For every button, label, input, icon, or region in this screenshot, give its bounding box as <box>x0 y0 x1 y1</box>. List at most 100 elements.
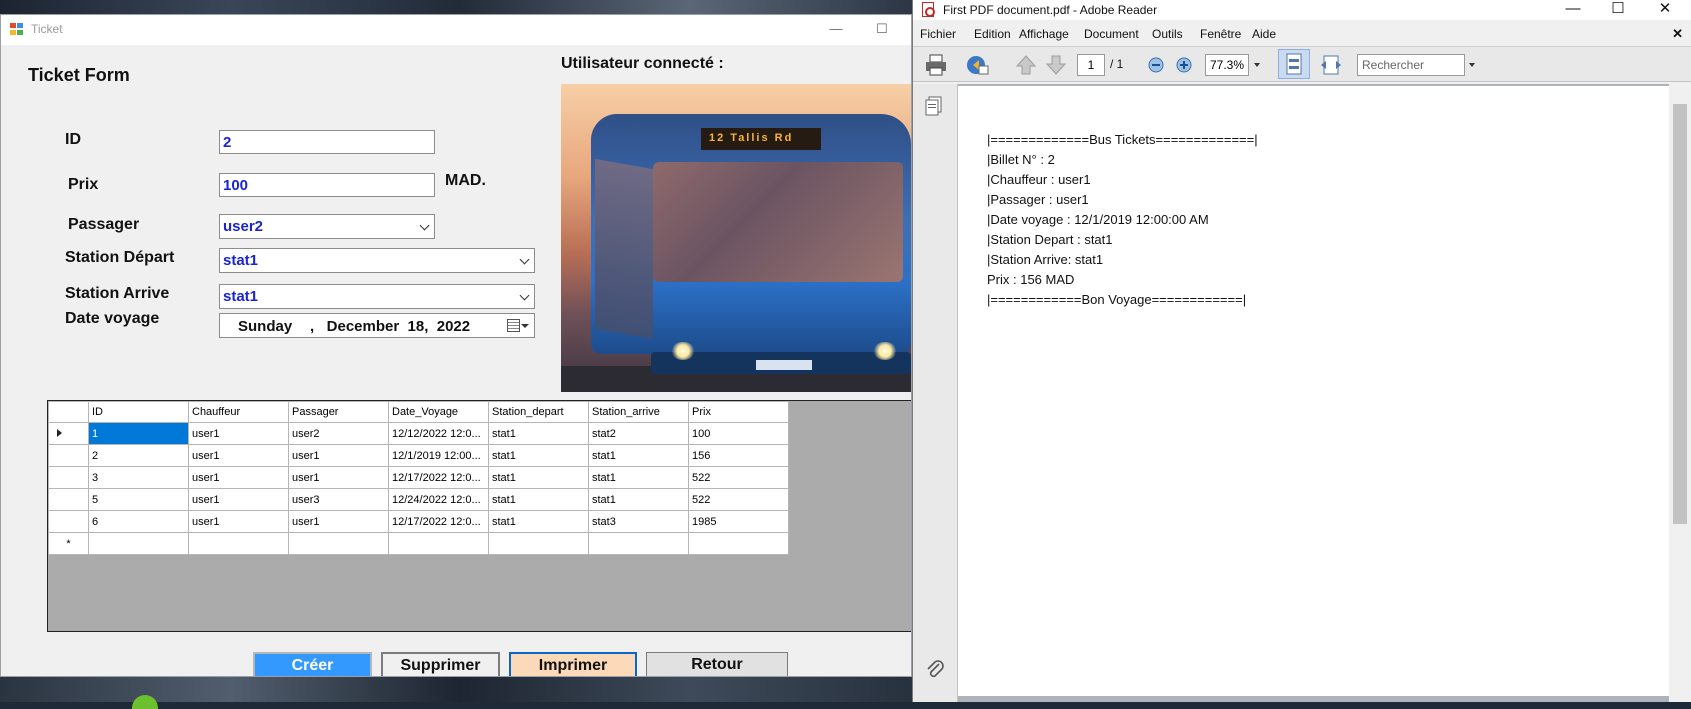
table-cell[interactable]: 2 <box>88 444 189 467</box>
table-cell[interactable]: user1 <box>288 510 389 533</box>
page-number-input[interactable]: 1 <box>1077 54 1105 76</box>
station-arrive-combobox[interactable]: stat1 <box>219 284 535 309</box>
table-cell[interactable]: 522 <box>688 488 789 511</box>
minimize-icon[interactable]: — <box>1553 0 1593 20</box>
minimize-icon[interactable]: — <box>825 18 847 40</box>
column-header[interactable]: Date_Voyage <box>388 401 489 423</box>
table-cell[interactable]: user1 <box>288 466 389 489</box>
chevron-down-icon[interactable] <box>519 290 530 301</box>
menu-item-aide[interactable]: Aide <box>1252 27 1276 41</box>
row-header[interactable] <box>48 466 89 489</box>
table-cell[interactable]: stat1 <box>488 488 589 511</box>
table-cell[interactable]: 12/17/2022 12:0... <box>388 510 489 533</box>
table-cell[interactable] <box>188 532 289 555</box>
retour-button[interactable]: Retour <box>646 652 788 676</box>
table-cell[interactable]: stat1 <box>488 444 589 467</box>
table-cell[interactable]: 100 <box>688 422 789 445</box>
maximize-icon[interactable]: ☐ <box>1598 0 1638 20</box>
table-cell[interactable]: stat1 <box>488 422 589 445</box>
zoom-in-icon[interactable] <box>1176 57 1192 73</box>
column-header[interactable]: Prix <box>688 401 789 423</box>
menu-item-fenetre[interactable]: Fenêtre <box>1200 27 1241 41</box>
table-cell[interactable] <box>488 532 589 555</box>
calendar-icon[interactable] <box>507 319 520 332</box>
table-cell[interactable]: stat1 <box>588 466 689 489</box>
table-cell[interactable]: 3 <box>88 466 189 489</box>
table-cell[interactable] <box>688 532 789 555</box>
table-cell[interactable]: stat1 <box>488 466 589 489</box>
menu-item-fichier[interactable]: Fichier <box>920 27 956 41</box>
print-icon[interactable] <box>923 52 949 78</box>
column-header[interactable]: Passager <box>288 401 389 423</box>
table-row[interactable]: 3 user1 user1 12/17/2022 12:0... stat1 s… <box>48 466 789 489</box>
table-cell[interactable]: user3 <box>288 488 389 511</box>
prix-input[interactable]: 100 <box>219 173 435 197</box>
table-row[interactable]: 1 user1 user2 12/12/2022 12:0... stat1 s… <box>48 422 789 445</box>
passager-combobox[interactable]: user2 <box>219 214 435 239</box>
column-header[interactable]: Station_arrive <box>588 401 689 423</box>
table-cell[interactable]: stat1 <box>488 510 589 533</box>
supprimer-button[interactable]: Supprimer <box>381 652 500 676</box>
scrollbar-thumb[interactable] <box>1673 104 1687 524</box>
table-cell[interactable]: stat1 <box>588 488 689 511</box>
table-cell[interactable]: stat1 <box>588 444 689 467</box>
table-row[interactable]: 6 user1 user1 12/17/2022 12:0... stat1 s… <box>48 510 789 533</box>
attachment-icon[interactable] <box>925 658 945 680</box>
table-row[interactable]: 5 user1 user3 12/24/2022 12:0... stat1 s… <box>48 488 789 511</box>
table-cell[interactable]: user2 <box>288 422 389 445</box>
date-picker[interactable]: Sunday , December 18, 2022 <box>219 313 535 338</box>
search-dropdown-icon[interactable] <box>1469 63 1475 67</box>
table-cell[interactable]: user1 <box>288 444 389 467</box>
row-header[interactable] <box>48 510 89 533</box>
zoom-dropdown-icon[interactable] <box>1254 63 1260 67</box>
chevron-down-icon[interactable] <box>519 254 530 265</box>
share-icon[interactable] <box>965 52 991 78</box>
menu-item-edition[interactable]: Edition <box>974 27 1011 41</box>
row-header[interactable] <box>48 488 89 511</box>
table-cell[interactable]: 156 <box>688 444 789 467</box>
table-cell[interactable]: user1 <box>188 444 289 467</box>
fit-page-icon[interactable] <box>1278 49 1310 79</box>
table-cell[interactable] <box>88 532 189 555</box>
menu-item-document[interactable]: Document <box>1084 27 1139 41</box>
table-cell[interactable]: 12/1/2019 12:00... <box>388 444 489 467</box>
table-row[interactable]: 2 user1 user1 12/1/2019 12:00... stat1 s… <box>48 444 789 467</box>
creer-button[interactable]: Créer <box>253 652 372 676</box>
table-cell[interactable] <box>588 532 689 555</box>
document-close-icon[interactable]: ✕ <box>1672 26 1683 42</box>
table-cell[interactable] <box>388 532 489 555</box>
vertical-scrollbar[interactable] <box>1669 84 1691 702</box>
table-cell[interactable]: user1 <box>188 510 289 533</box>
table-cell[interactable]: 12/17/2022 12:0... <box>388 466 489 489</box>
ticket-titlebar[interactable]: Ticket — ☐ <box>1 15 911 45</box>
chevron-down-icon[interactable] <box>419 220 430 231</box>
column-header[interactable]: Station_depart <box>488 401 589 423</box>
dropdown-arrow-icon[interactable] <box>521 324 529 328</box>
table-cell[interactable]: 5 <box>88 488 189 511</box>
table-cell[interactable]: 1 <box>88 422 189 445</box>
maximize-icon[interactable]: ☐ <box>871 18 893 40</box>
table-cell[interactable]: 522 <box>688 466 789 489</box>
next-page-icon[interactable] <box>1043 52 1069 78</box>
menu-item-outils[interactable]: Outils <box>1152 27 1183 41</box>
tickets-grid[interactable]: ID Chauffeur Passager Date_Voyage Statio… <box>47 400 911 632</box>
table-cell[interactable]: 6 <box>88 510 189 533</box>
table-cell[interactable]: 12/24/2022 12:0... <box>388 488 489 511</box>
table-cell[interactable]: user1 <box>188 422 289 445</box>
zoom-out-icon[interactable] <box>1148 57 1164 73</box>
row-header[interactable] <box>48 444 89 467</box>
station-depart-combobox[interactable]: stat1 <box>219 248 535 273</box>
new-row[interactable]: * <box>48 532 789 555</box>
table-cell[interactable]: user1 <box>188 466 289 489</box>
table-cell[interactable]: stat2 <box>588 422 689 445</box>
row-header-corner[interactable] <box>48 401 89 423</box>
imprimer-button[interactable]: Imprimer <box>509 652 637 676</box>
column-header[interactable]: Chauffeur <box>188 401 289 423</box>
search-input[interactable]: Rechercher <box>1357 54 1465 76</box>
table-cell[interactable]: stat3 <box>588 510 689 533</box>
pages-panel-icon[interactable] <box>925 96 943 116</box>
table-cell[interactable]: 12/12/2022 12:0... <box>388 422 489 445</box>
previous-page-icon[interactable] <box>1013 52 1039 78</box>
table-cell[interactable]: user1 <box>188 488 289 511</box>
row-header[interactable] <box>48 422 89 445</box>
